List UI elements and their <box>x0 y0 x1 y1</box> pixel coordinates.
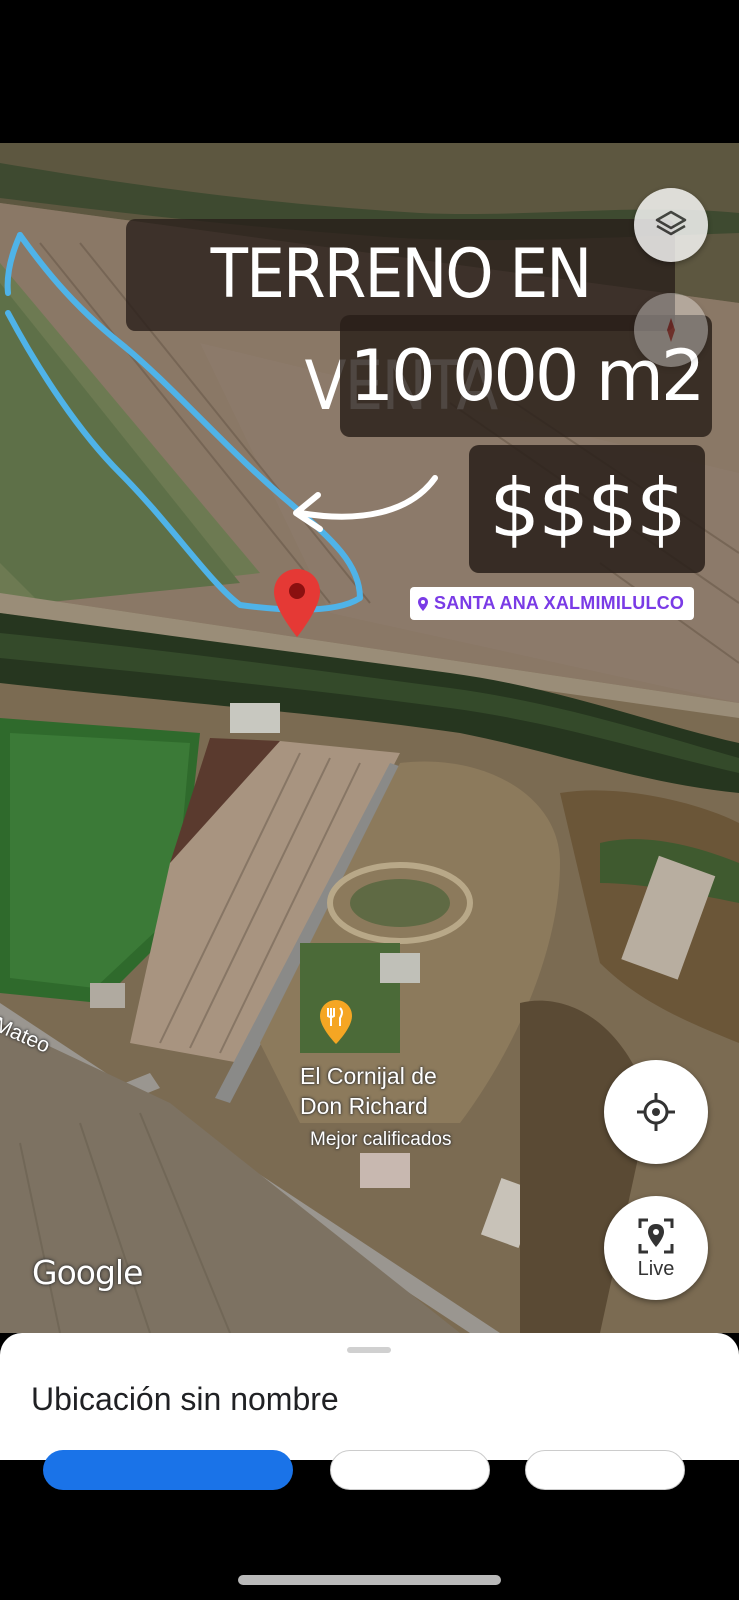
poi-name[interactable]: El Cornijal de Don Richard <box>300 1061 437 1121</box>
action-button-2[interactable] <box>330 1450 490 1490</box>
google-attribution: Google <box>32 1253 143 1292</box>
map-pin-icon[interactable] <box>272 567 322 639</box>
compass-icon <box>667 318 675 342</box>
layers-button[interactable] <box>634 188 708 262</box>
compass-button[interactable] <box>634 293 708 367</box>
action-button-3[interactable] <box>525 1450 685 1490</box>
poi-name-line1: El Cornijal de <box>300 1063 437 1089</box>
poi-name-line2: Don Richard <box>300 1093 428 1119</box>
layers-icon <box>655 210 687 236</box>
live-view-label: Live <box>637 1257 675 1280</box>
restaurant-icon[interactable] <box>318 998 354 1046</box>
poi-subtitle: Mejor calificados <box>310 1129 452 1150</box>
live-view-icon <box>638 1218 674 1253</box>
listing-price: $$$$ <box>469 445 705 573</box>
place-title: Ubicación sin nombre <box>31 1381 339 1417</box>
phone-screen: TERRENO EN VENTA 10 000 m2 $$$$ SANTA AN… <box>0 0 739 1600</box>
location-tag[interactable]: SANTA ANA XALMIMILULCO <box>410 587 695 620</box>
home-indicator[interactable] <box>238 1575 501 1585</box>
my-location-icon <box>637 1093 675 1131</box>
directions-button[interactable] <box>43 1450 293 1490</box>
location-tag-label: SANTA ANA XALMIMILULCO <box>434 593 685 613</box>
sheet-drag-handle[interactable] <box>347 1347 391 1353</box>
location-pin-icon <box>418 596 428 611</box>
live-view-button[interactable]: Live <box>604 1196 708 1300</box>
satellite-map[interactable]: TERRENO EN VENTA 10 000 m2 $$$$ SANTA AN… <box>0 143 739 1333</box>
bottom-sheet[interactable]: Ubicación sin nombre <box>0 1333 739 1490</box>
my-location-button[interactable] <box>604 1060 708 1164</box>
